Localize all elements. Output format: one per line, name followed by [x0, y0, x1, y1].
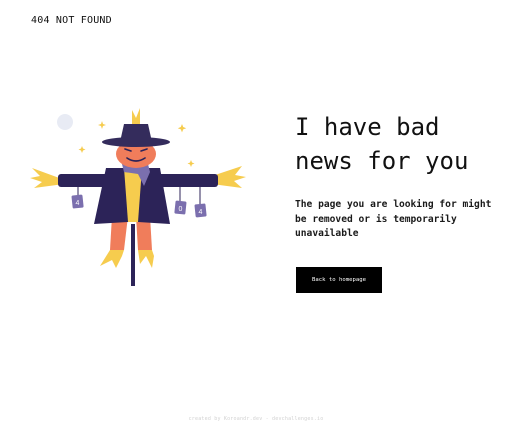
back-to-homepage-button[interactable]: Back to homepage: [296, 267, 382, 293]
footer-credit: created by Koroandr.dev - devchallenges.…: [188, 416, 324, 422]
pole: [131, 224, 135, 286]
moon-icon: [57, 114, 73, 130]
hat: [102, 124, 170, 147]
page-heading: I have bad news for you: [295, 113, 469, 175]
sign-label: 4: [76, 200, 80, 207]
page-description: The page you are looking for might be re…: [295, 199, 492, 239]
legs: [100, 216, 154, 268]
sign-label: 0: [179, 206, 183, 213]
hat-straw: [132, 108, 140, 124]
scarecrow-illustration: 4 0 4: [30, 108, 246, 286]
sign-label: 4: [199, 209, 203, 216]
brand-title: 404 NOT FOUND: [31, 15, 112, 26]
